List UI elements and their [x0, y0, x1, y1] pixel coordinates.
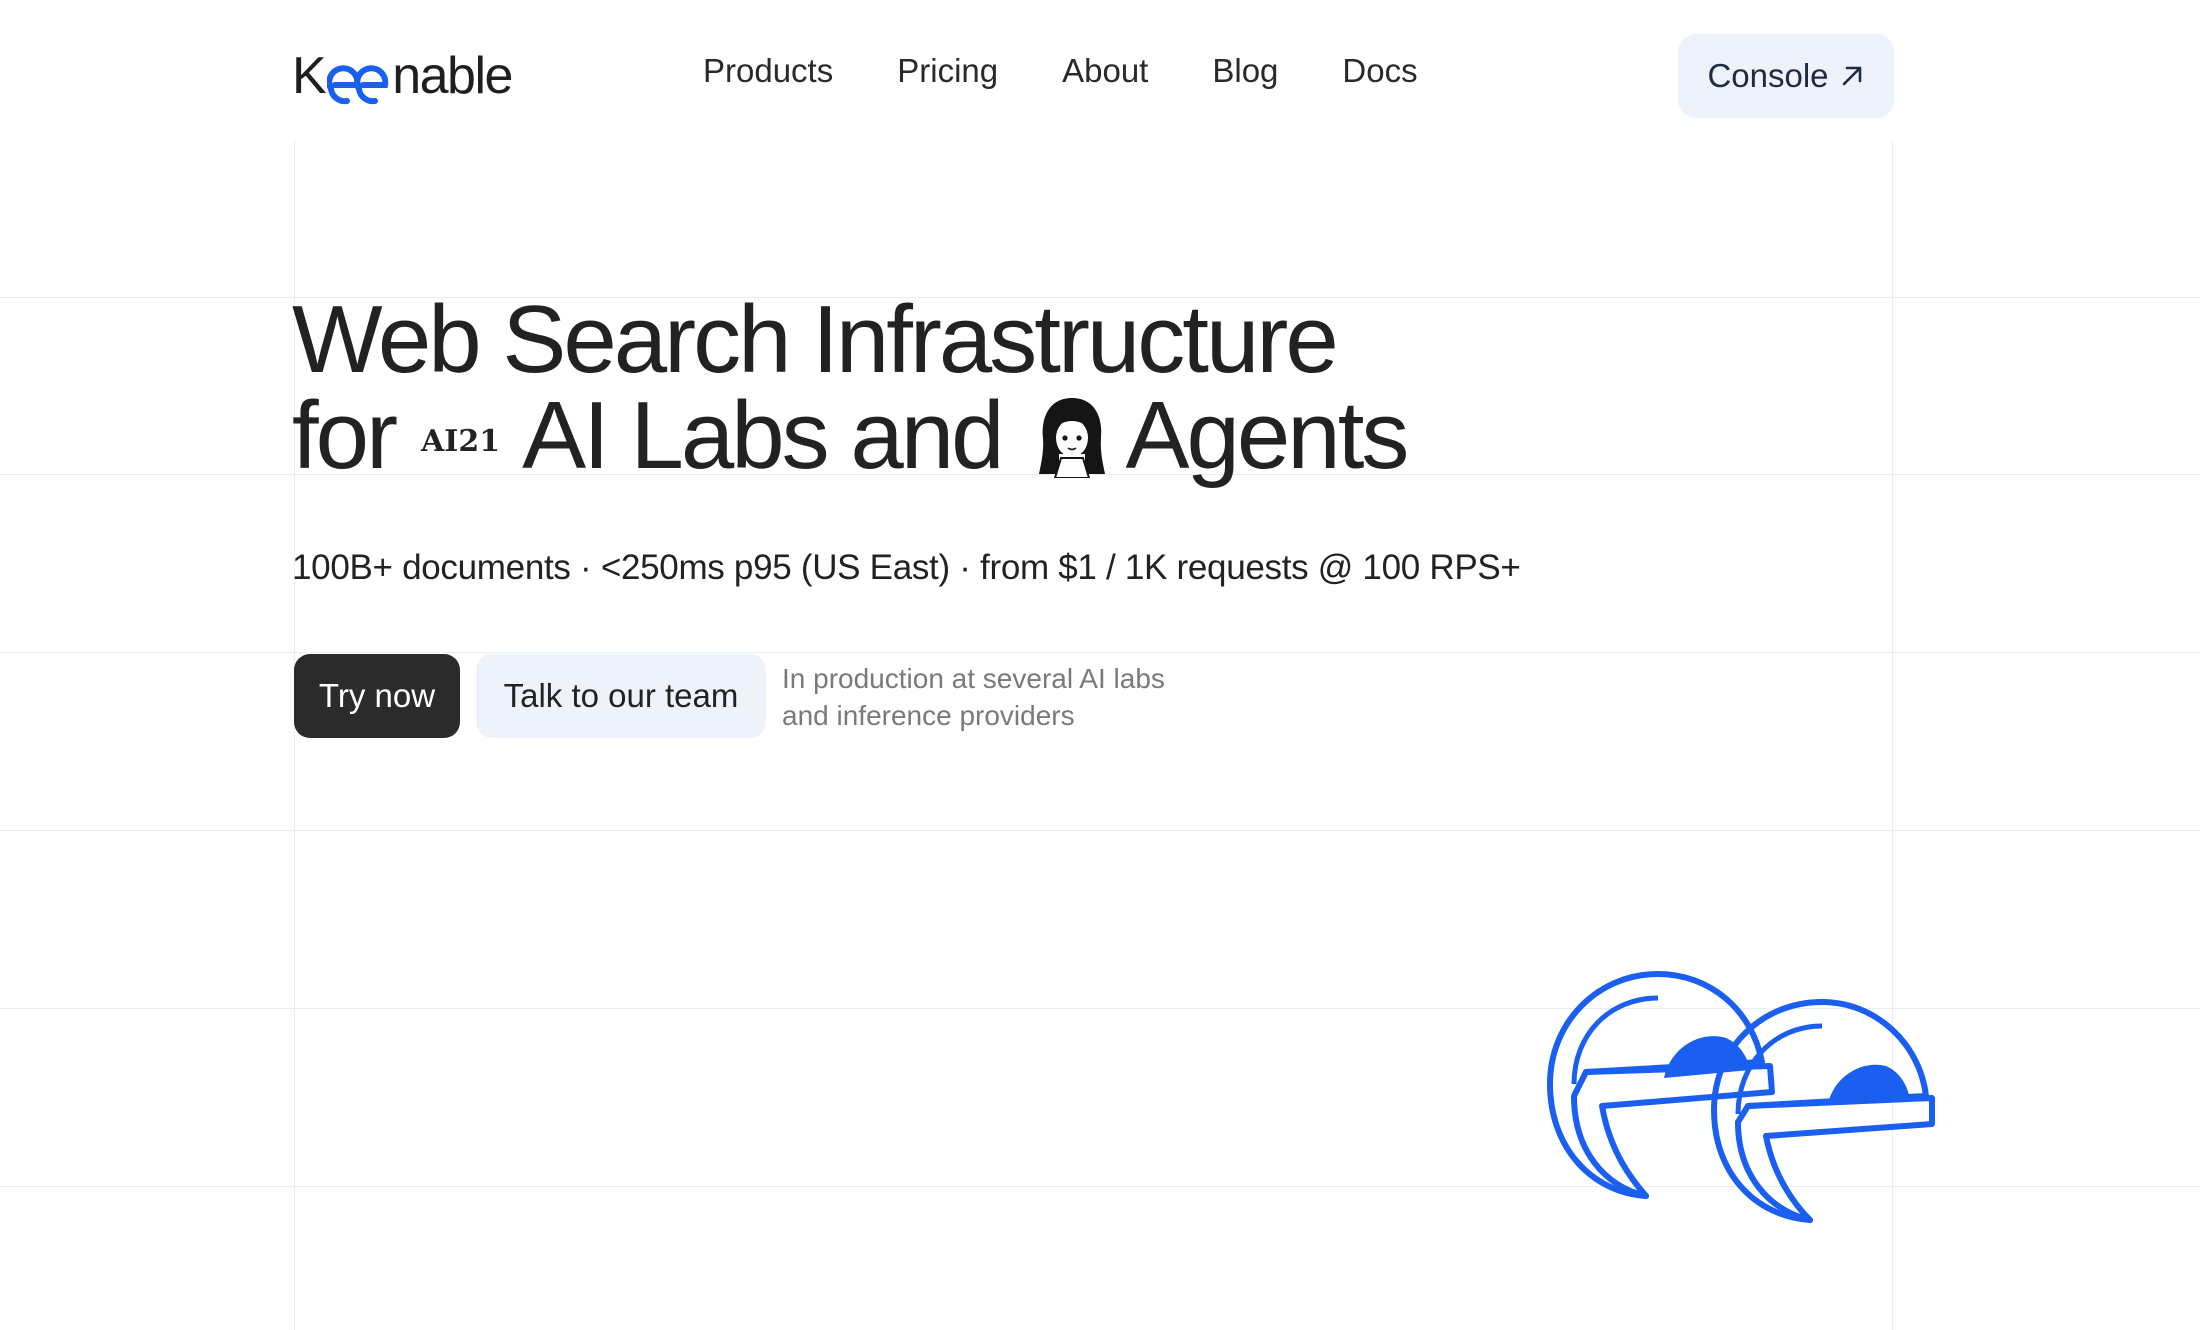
ai21-logo: AI21	[421, 424, 501, 459]
console-label: Console	[1707, 57, 1829, 94]
hero-title-line1: Web Search Infrastructure	[292, 286, 1339, 393]
logo-text: nable	[392, 47, 513, 105]
talk-to-team-button[interactable]: Talk to our team	[476, 654, 766, 738]
hero-title: Web Search Infrastructure for AI21 AI La…	[292, 286, 1409, 489]
grid-line	[0, 652, 2200, 653]
hero-title-line2: for AI21 AI Labs and Agents	[292, 382, 1409, 489]
nav-products[interactable]: Products	[703, 52, 833, 90]
keenable-large-mark-icon	[1547, 971, 1935, 1223]
production-note-line1: In production at several AI labs	[782, 663, 1165, 694]
production-note-line2: and inference providers	[782, 700, 1075, 731]
nav-pricing[interactable]: Pricing	[897, 52, 998, 90]
hero-subtitle: 100B+ documents · <250ms p95 (US East) ·…	[292, 548, 1521, 587]
anime-girl-avatar-icon	[1035, 394, 1109, 479]
hero-title-end: Agents	[1125, 382, 1409, 489]
brand-logo[interactable]: K nable	[292, 47, 513, 105]
keenable-ee-logo-icon	[326, 58, 391, 105]
hero-title-for: for	[292, 382, 398, 489]
nav-blog[interactable]: Blog	[1212, 52, 1278, 90]
nav-docs[interactable]: Docs	[1342, 52, 1417, 90]
nav-about[interactable]: About	[1062, 52, 1148, 90]
console-button[interactable]: Console	[1678, 34, 1894, 118]
production-note: In production at several AI labs and inf…	[782, 660, 1165, 734]
hero-title-mid: AI Labs and	[522, 382, 1004, 489]
logo-letter-k: K	[292, 47, 327, 105]
try-now-button[interactable]: Try now	[294, 654, 460, 738]
main-nav: Products Pricing About Blog Docs	[703, 52, 1418, 90]
arrow-up-right-icon	[1842, 66, 1861, 86]
grid-line	[0, 830, 2200, 831]
